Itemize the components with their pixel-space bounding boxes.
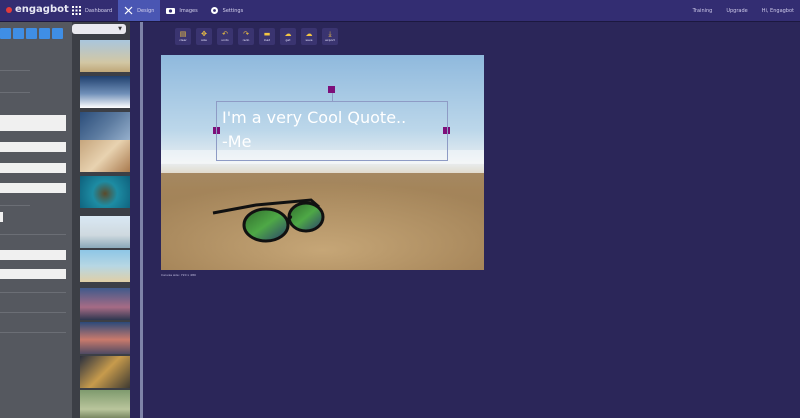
main-nav: Dashboard Design Images Settings <box>66 0 249 21</box>
canvas-caption: Canvas size: 720 x 480 <box>161 273 196 277</box>
nav-item-images[interactable]: Images <box>160 0 203 21</box>
nav-label-dashboard: Dashboard <box>85 7 113 14</box>
redo-icon: ↷ <box>243 30 249 38</box>
editor-toolbar: ▤ clear ✥ size ↶ undo ↷ redo ▬ load ☁ ge… <box>175 28 338 45</box>
clear-label: clear <box>179 38 187 42</box>
save-button[interactable]: ☁ save <box>301 28 317 45</box>
top-navigation-bar: engagbot Dashboard Design Images Setting… <box>0 0 800 22</box>
tool-swatch-button[interactable] <box>0 28 11 39</box>
app-logo[interactable]: engagbot <box>6 4 69 15</box>
get-label: get <box>285 38 291 42</box>
cloud-upload-icon: ☁ <box>284 30 292 38</box>
export-button[interactable]: ⤓ export <box>322 28 338 45</box>
move-icon: ✥ <box>201 30 207 38</box>
get-button[interactable]: ☁ get <box>280 28 296 45</box>
size-button[interactable]: ✥ size <box>196 28 212 45</box>
tool-swatch-button[interactable] <box>39 28 50 39</box>
gear-icon <box>210 6 219 15</box>
image-thumbnail[interactable] <box>80 140 130 172</box>
quote-text-layer[interactable]: I'm a very Cool Quote.. -Me <box>222 106 406 154</box>
nav-label-images: Images <box>179 7 198 14</box>
panel-divider <box>0 70 30 71</box>
panel-divider <box>0 312 66 313</box>
image-thumbnail[interactable] <box>80 322 130 354</box>
top-right-links: Training Upgrade Hi, Engagbot <box>693 0 794 21</box>
logo-text: engagbot <box>15 4 69 15</box>
tool-swatch-button[interactable] <box>13 28 24 39</box>
image-thumbnail[interactable] <box>80 76 130 108</box>
rotate-handle[interactable] <box>328 86 335 93</box>
nav-label-design: Design <box>137 7 155 14</box>
redo-button[interactable]: ↷ redo <box>238 28 254 45</box>
image-thumbnail[interactable] <box>80 216 130 248</box>
tools-icon <box>124 6 133 15</box>
panel-divider <box>0 92 30 93</box>
clear-icon: ▤ <box>179 30 187 38</box>
load-button[interactable]: ▬ load <box>259 28 275 45</box>
undo-button[interactable]: ↶ undo <box>217 28 233 45</box>
undo-label: undo <box>221 38 229 42</box>
image-thumbnail[interactable] <box>80 40 130 72</box>
color-field[interactable] <box>0 183 66 193</box>
nav-item-dashboard[interactable]: Dashboard <box>66 0 118 21</box>
image-thumbnail[interactable] <box>80 390 130 418</box>
size-label: size <box>201 38 207 42</box>
tool-swatch-row <box>0 28 63 39</box>
nav-item-design[interactable]: Design <box>118 0 161 21</box>
cloud-save-icon: ☁ <box>305 30 313 38</box>
image-thumbnail[interactable] <box>80 356 130 388</box>
image-thumbnail[interactable] <box>80 288 130 320</box>
panel-resize-bar[interactable] <box>140 22 143 418</box>
account-link[interactable]: Hi, Engagbot <box>762 8 794 14</box>
panel-gap <box>130 22 140 418</box>
image-thumbnail[interactable] <box>80 250 130 282</box>
shadow-field[interactable] <box>0 250 66 260</box>
folder-icon: ▬ <box>263 30 271 38</box>
toggle-field[interactable] <box>0 212 3 222</box>
download-icon: ⤓ <box>328 30 332 38</box>
nav-label-settings: Settings <box>222 7 244 14</box>
quote-line-1: I'm a very Cool Quote.. <box>222 108 407 127</box>
tool-swatch-button[interactable] <box>26 28 37 39</box>
quote-line-2: -Me <box>222 132 252 151</box>
save-label: save <box>305 38 313 42</box>
chevron-down-icon: ▼ <box>118 26 122 32</box>
export-label: export <box>325 38 335 42</box>
camera-icon <box>166 6 176 15</box>
logo-dot-icon <box>6 6 12 13</box>
image-library <box>72 22 130 418</box>
panel-divider <box>0 234 66 235</box>
tool-swatch-button[interactable] <box>52 28 63 39</box>
upgrade-link[interactable]: Upgrade <box>726 8 747 14</box>
redo-label: redo <box>242 38 250 42</box>
stroke-color-field[interactable] <box>0 269 66 279</box>
training-link[interactable]: Training <box>693 8 713 14</box>
design-canvas[interactable] <box>161 55 484 270</box>
panel-divider <box>0 332 66 333</box>
load-label: load <box>263 38 271 42</box>
size-slider-field[interactable] <box>0 163 66 173</box>
nav-item-settings[interactable]: Settings <box>204 0 250 21</box>
font-select-field[interactable] <box>0 142 66 152</box>
properties-panel <box>0 22 72 418</box>
grid-icon <box>72 6 81 15</box>
undo-icon: ↶ <box>222 30 228 38</box>
text-input-field[interactable] <box>0 115 66 131</box>
image-thumbnail[interactable] <box>80 176 130 208</box>
beach-photo <box>161 55 484 270</box>
panel-divider <box>0 292 66 293</box>
panel-divider <box>0 205 30 206</box>
category-dropdown[interactable]: ▼ <box>72 24 126 34</box>
clear-button[interactable]: ▤ clear <box>175 28 191 45</box>
